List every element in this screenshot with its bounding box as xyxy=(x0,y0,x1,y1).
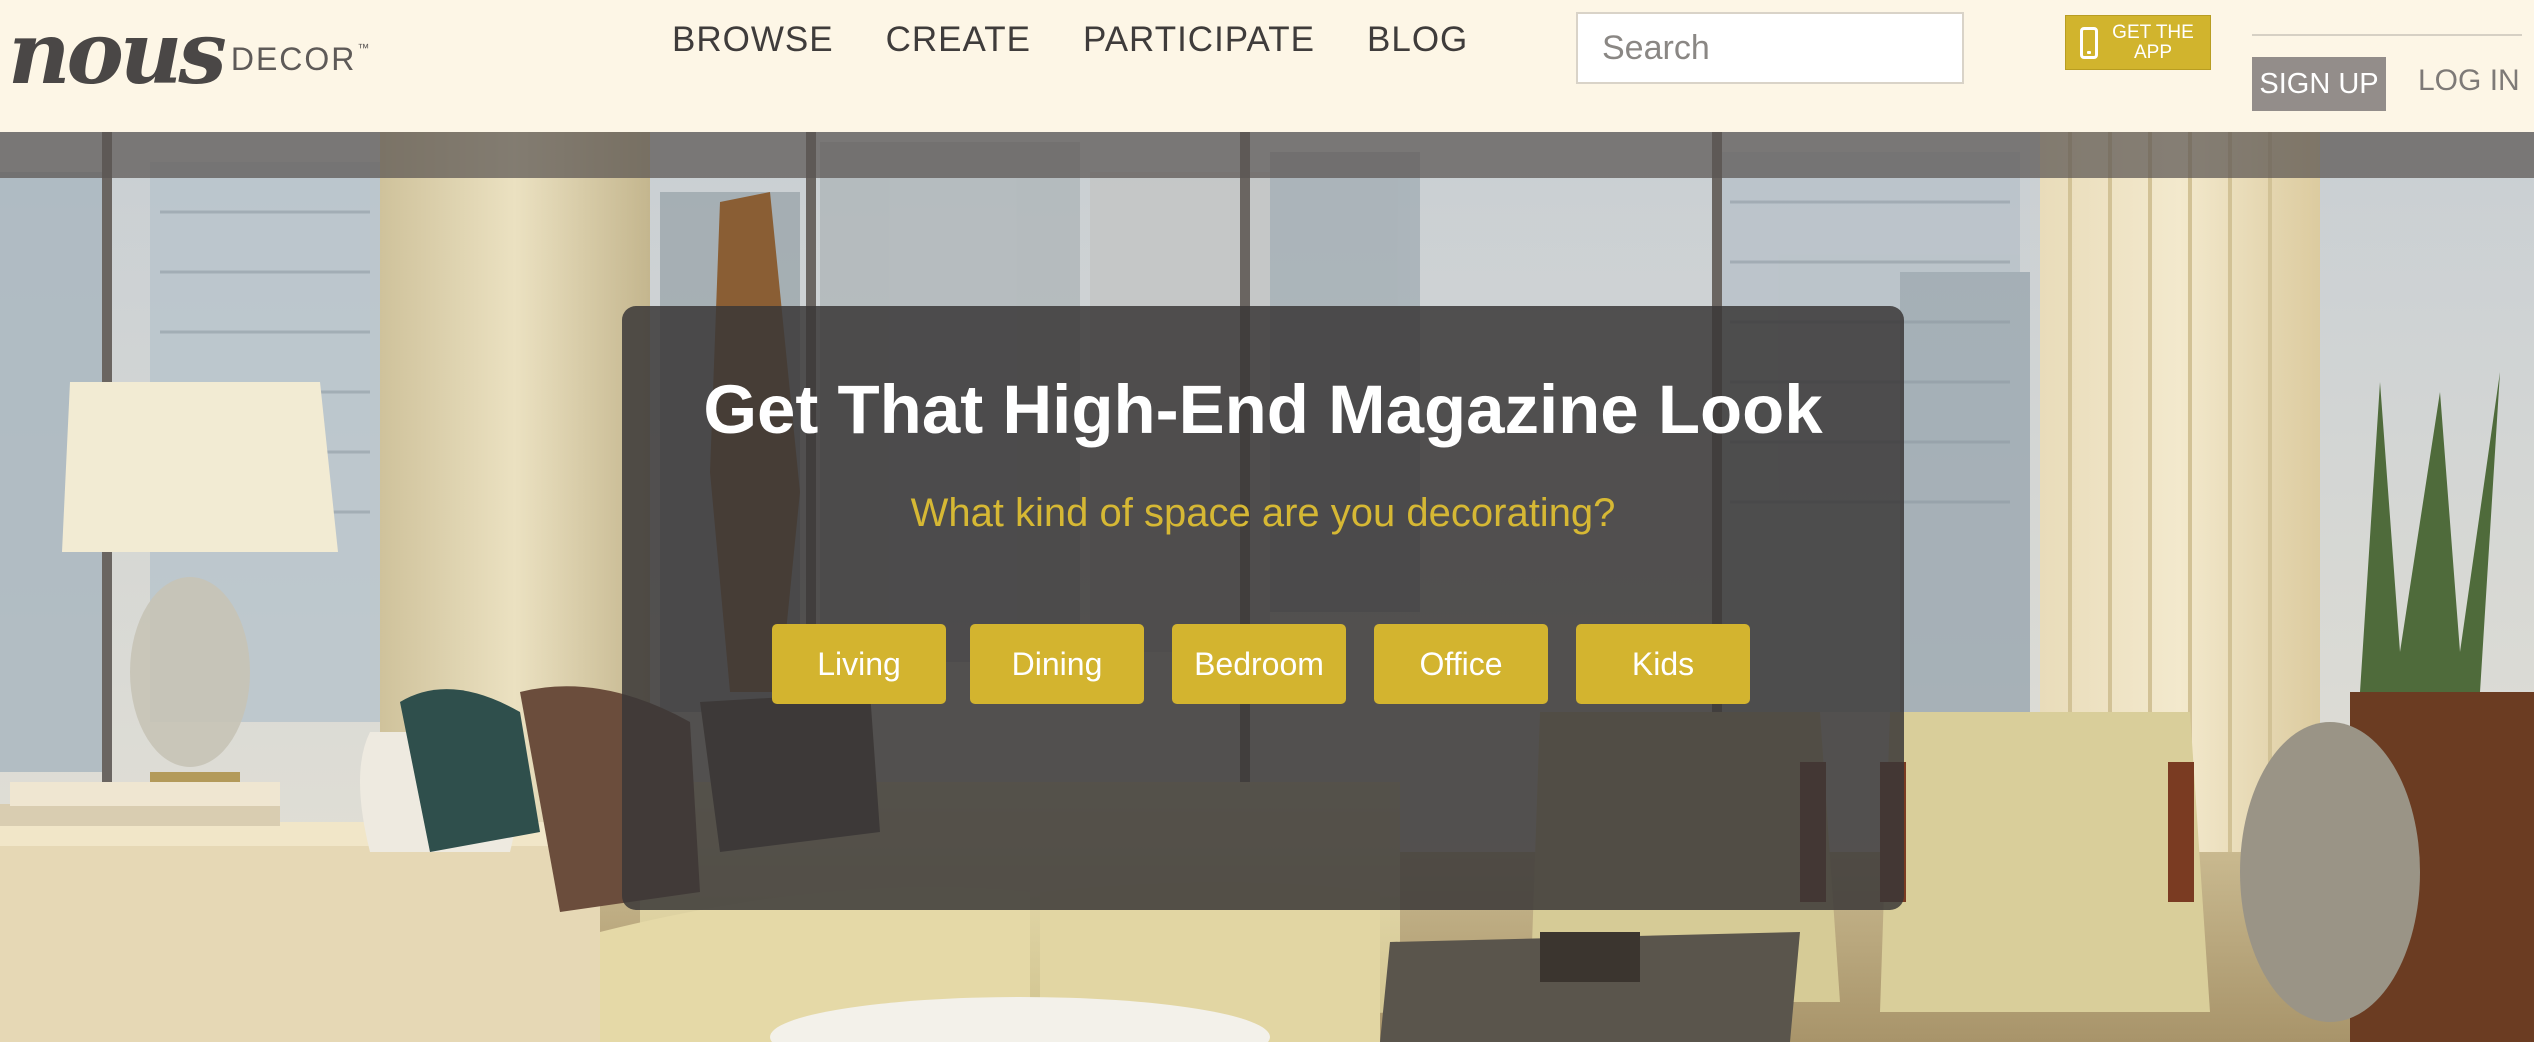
logo-script-text: nous xyxy=(8,3,227,104)
phone-icon xyxy=(2080,26,2098,59)
hero-subtitle: What kind of space are you decorating? xyxy=(910,491,1616,535)
hero-section: Get That High-End Magazine Look What kin… xyxy=(0,132,2534,1042)
sign-up-button[interactable]: SIGN UP xyxy=(2252,57,2386,111)
space-button-office[interactable]: Office xyxy=(1374,624,1548,704)
main-nav: BROWSE CREATE PARTICIPATE BLOG xyxy=(672,20,1468,60)
logo-trademark: ™ xyxy=(357,41,372,55)
get-app-label: GET THE APP xyxy=(2108,21,2198,63)
nav-blog[interactable]: BLOG xyxy=(1367,20,1468,60)
hero-title: Get That High-End Magazine Look xyxy=(703,371,1823,448)
nav-create[interactable]: CREATE xyxy=(886,20,1031,60)
space-button-bedroom[interactable]: Bedroom xyxy=(1172,624,1346,704)
space-buttons: Living Dining Bedroom Office Kids xyxy=(772,624,1750,704)
logo-wordmark: DECOR™ xyxy=(231,41,372,78)
top-navigation-bar: nous DECOR™ BROWSE CREATE PARTICIPATE BL… xyxy=(0,0,2534,132)
logo-decor-text: DECOR xyxy=(230,41,357,77)
get-app-line1: GET THE xyxy=(2112,21,2194,43)
auth-divider xyxy=(2252,34,2522,36)
nav-participate[interactable]: PARTICIPATE xyxy=(1083,20,1315,60)
site-logo[interactable]: nous DECOR™ xyxy=(8,3,372,104)
space-selector-panel: Get That High-End Magazine Look What kin… xyxy=(622,306,1904,910)
space-button-living[interactable]: Living xyxy=(772,624,946,704)
space-button-kids[interactable]: Kids xyxy=(1576,624,1750,704)
search-input[interactable] xyxy=(1576,12,1964,84)
get-app-line2: APP xyxy=(2133,41,2173,63)
log-in-link[interactable]: LOG IN xyxy=(2418,64,2520,98)
hero-top-overlay-strip xyxy=(0,132,2534,178)
get-the-app-button[interactable]: GET THE APP xyxy=(2065,15,2211,70)
space-button-dining[interactable]: Dining xyxy=(970,624,1144,704)
nav-browse[interactable]: BROWSE xyxy=(672,20,834,60)
